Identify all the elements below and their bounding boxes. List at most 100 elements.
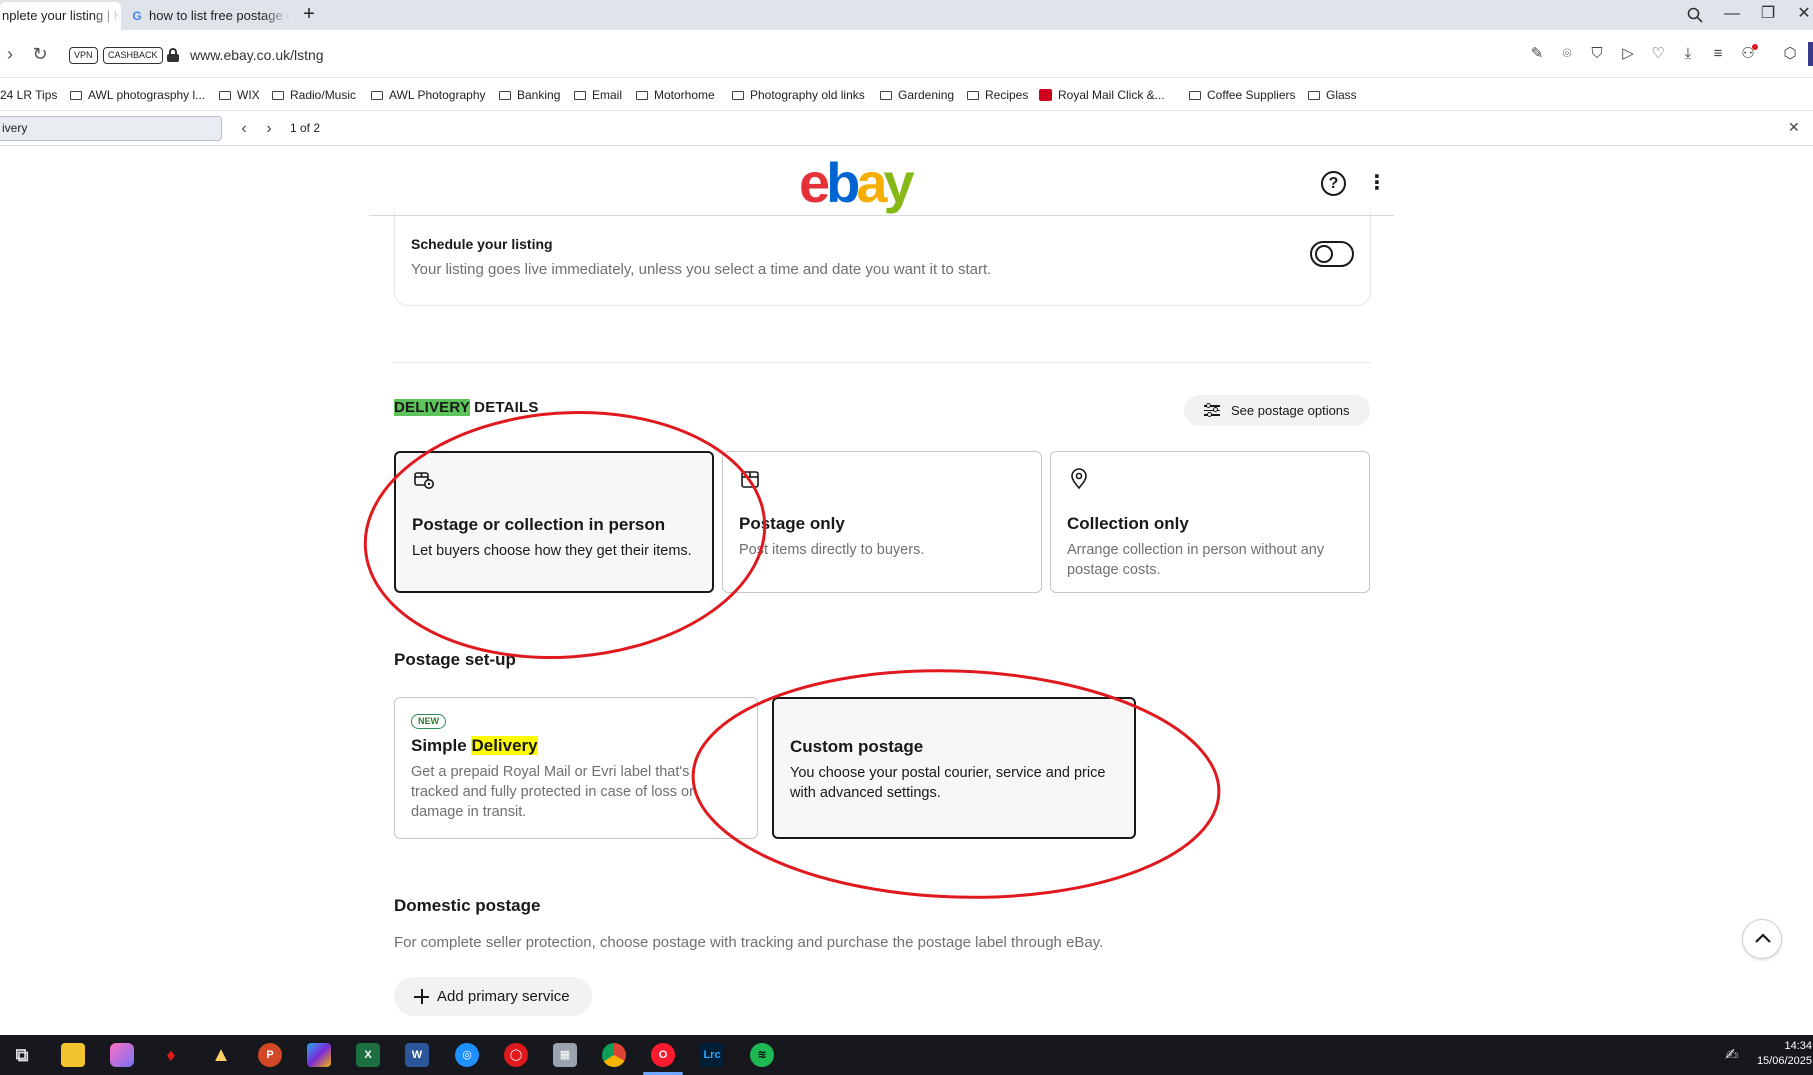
new-badge: NEW — [411, 714, 446, 729]
see-postage-options-button[interactable]: See postage options — [1184, 395, 1370, 426]
m365-icon[interactable] — [307, 1043, 331, 1067]
task-view-icon[interactable]: ⧉ — [10, 1043, 34, 1067]
plus-icon — [414, 989, 429, 1004]
app-red-drop-icon[interactable]: ♦ — [159, 1043, 183, 1067]
option-title: Postage only — [739, 514, 845, 533]
help-icon[interactable]: ? — [1321, 171, 1346, 196]
royal-mail-icon — [1039, 89, 1052, 101]
delivery-details-heading: DELIVERY DETAILS — [394, 399, 539, 416]
bookmark-item[interactable]: 24 LR Tips — [0, 87, 57, 103]
photos-icon[interactable] — [110, 1043, 134, 1067]
bookmark-folder[interactable]: Recipes — [967, 87, 1028, 103]
restore-icon[interactable]: ❐ — [1750, 0, 1786, 30]
chevron-up-icon — [1755, 933, 1771, 943]
cashback-badge[interactable]: CASHBACK — [103, 47, 163, 64]
ebay-logo[interactable]: ebay — [799, 153, 915, 213]
minimize-icon[interactable]: — — [1714, 0, 1750, 30]
ebay-listing-page: ebay ? ⋮ Schedule your listing Your list… — [0, 147, 1813, 1035]
schedule-description: Your listing goes live immediately, unle… — [411, 261, 992, 278]
folder-icon — [636, 91, 648, 100]
location-pin-icon — [1071, 468, 1087, 490]
find-in-page-bar: ivery ‹ › 1 of 2 ✕ — [0, 112, 1813, 146]
domestic-postage-heading: Domestic postage — [394, 896, 541, 915]
option-title: Postage or collection in person — [412, 515, 666, 534]
simple-delivery-description: Get a prepaid Royal Mail or Evri label t… — [411, 764, 694, 820]
find-input[interactable]: ivery — [0, 116, 222, 141]
lightroom-icon[interactable]: Lrc — [700, 1043, 724, 1067]
simple-delivery-card[interactable]: NEW Simple Delivery Get a prepaid Royal … — [394, 697, 758, 839]
option-postage-only[interactable]: Postage only Post items directly to buye… — [722, 451, 1042, 593]
find-close-icon[interactable]: ✕ — [1788, 119, 1800, 136]
custom-postage-title: Custom postage — [790, 737, 924, 756]
camera-icon[interactable]: ⌾ — [1555, 42, 1579, 66]
folder-icon — [371, 91, 383, 100]
new-tab-button[interactable]: + — [298, 4, 320, 26]
address-toolbar: › ↻ VPN CASHBACK www.ebay.co.uk/lstng ✎ … — [0, 30, 1813, 78]
bookmark-folder[interactable]: Banking — [499, 87, 560, 103]
domestic-postage-description: For complete seller protection, choose p… — [394, 934, 1104, 951]
excel-icon[interactable]: X — [356, 1043, 380, 1067]
bookmark-folder[interactable]: Motorhome — [636, 87, 715, 103]
url-field[interactable]: www.ebay.co.uk/lstng — [190, 45, 324, 65]
folder-icon — [70, 91, 82, 100]
postage-setup-heading: Postage set-up — [394, 650, 516, 669]
option-title: Collection only — [1067, 514, 1189, 533]
sliders-icon — [1204, 402, 1220, 417]
forward-icon[interactable]: › — [0, 42, 22, 66]
edit-icon[interactable]: ✎ — [1525, 42, 1549, 66]
chrome-icon[interactable] — [602, 1043, 626, 1067]
file-explorer-icon[interactable] — [61, 1043, 85, 1067]
bookmark-folder[interactable]: AWL Photography — [371, 87, 486, 103]
google-icon: G — [132, 9, 142, 23]
reload-icon[interactable]: ↻ — [28, 42, 52, 66]
affinity-icon[interactable]: ▲ — [209, 1043, 233, 1067]
app-red-circle-icon[interactable]: ◯ — [504, 1043, 528, 1067]
bookmark-folder[interactable]: Radio/Music — [272, 87, 356, 103]
bookmark-royal-mail[interactable]: Royal Mail Click &... — [1039, 87, 1165, 103]
find-match-count: 1 of 2 — [290, 121, 321, 135]
calculator-icon[interactable]: ▦ — [553, 1043, 577, 1067]
schedule-listing-card: Schedule your listing Your listing goes … — [394, 211, 1371, 306]
schedule-title: Schedule your listing — [411, 236, 553, 252]
play-icon[interactable]: ▷ — [1616, 42, 1640, 66]
extensions-cube-icon[interactable]: ⬡ — [1778, 42, 1802, 66]
app-blue-icon[interactable]: ◎ — [455, 1043, 479, 1067]
option-description: Let buyers choose how they get their ite… — [412, 543, 692, 559]
custom-postage-card[interactable]: Custom postage You choose your postal co… — [772, 697, 1136, 839]
bookmark-folder[interactable]: WIX — [219, 87, 260, 103]
find-highlight: Delivery — [471, 736, 538, 755]
more-options-icon[interactable]: ⋮ — [1367, 171, 1387, 196]
browser-tab-ebay[interactable]: nplete your listing | Kn — [0, 2, 121, 30]
menu-list-icon[interactable]: ≡ — [1706, 42, 1730, 66]
opera-icon[interactable]: O — [651, 1043, 675, 1067]
spotify-icon[interactable]: ≋ — [750, 1043, 774, 1067]
bookmark-folder[interactable]: Glass — [1308, 87, 1357, 103]
tab-search-icon[interactable] — [1677, 0, 1713, 30]
word-icon[interactable]: W — [405, 1043, 429, 1067]
schedule-toggle[interactable] — [1310, 241, 1354, 267]
bookmark-folder[interactable]: Email — [574, 87, 622, 103]
custom-postage-description: You choose your postal courier, service … — [790, 765, 1106, 801]
system-clock[interactable]: 14:34 15/06/2025 — [1752, 1039, 1812, 1069]
pen-icon[interactable]: ✍ — [1725, 1045, 1738, 1065]
scroll-to-top-button[interactable] — [1742, 919, 1782, 959]
bookmark-folder[interactable]: Photography old links — [732, 87, 865, 103]
simple-delivery-title: Simple Delivery — [411, 736, 538, 755]
option-collection-only[interactable]: Collection only Arrange collection in pe… — [1050, 451, 1370, 593]
find-previous-icon[interactable]: ‹ — [233, 118, 255, 140]
close-window-icon[interactable]: ✕ — [1786, 0, 1813, 30]
bookmark-folder[interactable]: Gardening — [880, 87, 954, 103]
powerpoint-icon[interactable]: P — [258, 1043, 282, 1067]
vpn-badge[interactable]: VPN — [69, 47, 98, 64]
profile-icon[interactable]: ⚇ — [1736, 42, 1760, 66]
option-postage-or-collection[interactable]: Postage or collection in person Let buye… — [394, 451, 714, 593]
bookmark-folder[interactable]: AWL photograsphy l... — [70, 87, 205, 103]
heart-icon[interactable]: ♡ — [1646, 42, 1670, 66]
shield-icon[interactable]: ⛉ — [1585, 42, 1609, 66]
sidebar-edge — [1808, 42, 1813, 66]
browser-tab-google[interactable]: G how to list free postage o — [125, 2, 290, 30]
download-icon[interactable]: ⤓ — [1676, 42, 1700, 66]
add-primary-service-button[interactable]: Add primary service — [394, 977, 592, 1016]
find-next-icon[interactable]: › — [258, 118, 280, 140]
bookmark-folder[interactable]: Coffee Suppliers — [1189, 87, 1296, 103]
